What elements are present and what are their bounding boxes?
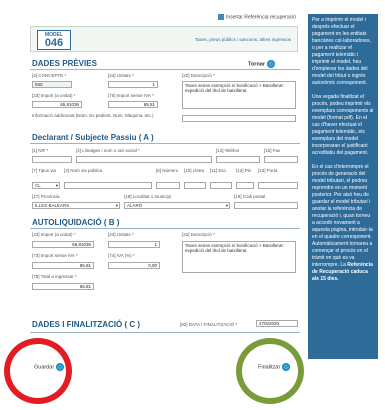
nom-label: [2] Llinatges i nom o raó social *: [76, 148, 140, 153]
document-icon: [217, 14, 224, 20]
divider: [30, 332, 300, 333]
provincia-select[interactable]: ILLES BALEARS: [32, 202, 120, 209]
unitats-field[interactable]: 1: [108, 81, 158, 88]
total-field[interactable]: 65,81: [32, 283, 94, 290]
import-sense-iva-field[interactable]: 65,81: [108, 101, 158, 108]
info-addicional-field[interactable]: [182, 115, 296, 122]
help-paragraph-3-text: En el cas d'interrompre el procés de gen…: [312, 164, 373, 268]
fax-label: [15] Fax: [264, 148, 281, 153]
section-title-declarant: Declarant / Subjecte Passiu ( A ): [32, 133, 154, 142]
data-finalitzacio-label: [92] DATA I FINALITZACIÓ *: [180, 322, 238, 327]
model-badge: MODEL 046: [37, 30, 71, 50]
codi-postal-label: [19] Codi postal: [234, 194, 266, 199]
nom-field[interactable]: [76, 156, 212, 163]
nif-field[interactable]: [32, 156, 72, 163]
unitats-label: [24] Unitats *: [108, 73, 134, 78]
model-number: 046: [44, 37, 64, 49]
porta-field[interactable]: [258, 182, 298, 189]
auto-import-unitat-field[interactable]: 65,81036: [32, 241, 94, 248]
lletra-field[interactable]: [184, 182, 206, 189]
fax-field[interactable]: [264, 156, 298, 163]
tipus-via-label: [7] Tipus via: [32, 168, 57, 173]
nom-via-label: [3] Nom via pública: [64, 168, 103, 173]
import-unitat-field[interactable]: 65,81036: [32, 101, 82, 108]
section-title-finalitzacio: DADES I FINALITZACIÓ ( C ): [32, 320, 140, 329]
divider: [30, 228, 300, 229]
auto-descripcio-label: [22] Descripció *: [182, 232, 215, 237]
tornar-label: Tornar: [248, 61, 266, 68]
auto-descripcio-field[interactable]: Taxes sense exempció ni bonificació > Ba…: [182, 241, 296, 273]
top-bar: Insertar Referència recuperació: [20, 12, 300, 22]
auto-unitats-field[interactable]: 1: [108, 241, 160, 248]
iva-label: [74] IVA (%) *: [108, 253, 135, 258]
help-sidebar: Per a imprimir el model i després efectu…: [308, 14, 378, 359]
codi-postal-field[interactable]: [234, 202, 298, 209]
import-sense-iva-label: [75] Import sense IVA *: [108, 93, 154, 98]
lletra-label: [10] Lletra: [184, 168, 205, 173]
esc-field[interactable]: [210, 182, 232, 189]
localitat-label: [18] Localitat o municipi: [124, 194, 172, 199]
red-highlight-circle: [4, 338, 72, 404]
form-header: MODEL 046 Taxes, preus públics i sancion…: [30, 26, 298, 52]
data-finalitzacio-field[interactable]: 27/5/2020: [256, 320, 298, 327]
numero-field[interactable]: [156, 182, 180, 189]
provincia-label: [17] Província: [32, 194, 60, 199]
help-paragraph-3: En el cas d'interrompre el procés de gen…: [312, 164, 374, 283]
back-circle-icon: [267, 60, 276, 68]
section-title-dades-previes: DADES PRÈVIES: [32, 59, 97, 68]
concepte-label: [4] CONCEPTE *: [32, 73, 67, 78]
insert-reference-label: Insertar Referència recuperació: [225, 14, 296, 21]
auto-import-unitat-label: [23] Import (a unitat) *: [32, 232, 76, 237]
porta-label: [13] Porta: [258, 168, 278, 173]
descripcio-field[interactable]: Taxes sense exempció ni bonificació > Ba…: [182, 81, 296, 109]
insert-reference-link[interactable]: Insertar Referència recuperació: [217, 14, 296, 21]
tornar-button[interactable]: Tornar: [248, 60, 276, 68]
help-paragraph-2: Una vegada finalitzat el procés, podeu i…: [312, 94, 374, 156]
header-subtitle: Taxes, preus públics i sancions, altres …: [194, 37, 291, 42]
pis-label: [12] Pis: [236, 168, 252, 173]
nom-via-field[interactable]: [64, 182, 152, 189]
esc-label: [11] Esc.: [210, 168, 228, 173]
localitat-select[interactable]: ALARÓ: [124, 202, 230, 209]
divider: [30, 143, 300, 144]
pis-field[interactable]: [236, 182, 254, 189]
divider: [30, 69, 300, 70]
nif-label: [1] NIF *: [32, 148, 49, 153]
auto-import-sense-iva-label: [73] Import sense IVA *: [32, 253, 78, 258]
auto-import-sense-iva-field[interactable]: 65,81: [32, 262, 94, 269]
numero-label: [6] Número: [156, 168, 179, 173]
telefon-field[interactable]: [216, 156, 260, 163]
section-title-autoliquidacio: AUTOLIQUIDACIÓ ( B ): [32, 218, 120, 227]
iva-field[interactable]: 0,00: [108, 262, 160, 269]
help-paragraph-1: Per a imprimir el model i després efectu…: [312, 17, 371, 86]
tipus-via-select[interactable]: CL: [32, 182, 60, 189]
concepte-field[interactable]: 04C: [32, 81, 72, 88]
info-addicional-label: Informació addicional (Núm. Ex pedient, …: [32, 113, 154, 118]
descripcio-label: [22] Descripció *: [182, 73, 215, 78]
telefon-label: [14] Telèfon: [216, 148, 240, 153]
import-unitat-label: [23] Import (a unitat) *: [32, 93, 76, 98]
green-highlight-circle: [236, 338, 304, 404]
auto-unitats-label: [24] Unitats *: [108, 232, 134, 237]
total-label: [75] Total a ingressar *: [32, 274, 77, 279]
